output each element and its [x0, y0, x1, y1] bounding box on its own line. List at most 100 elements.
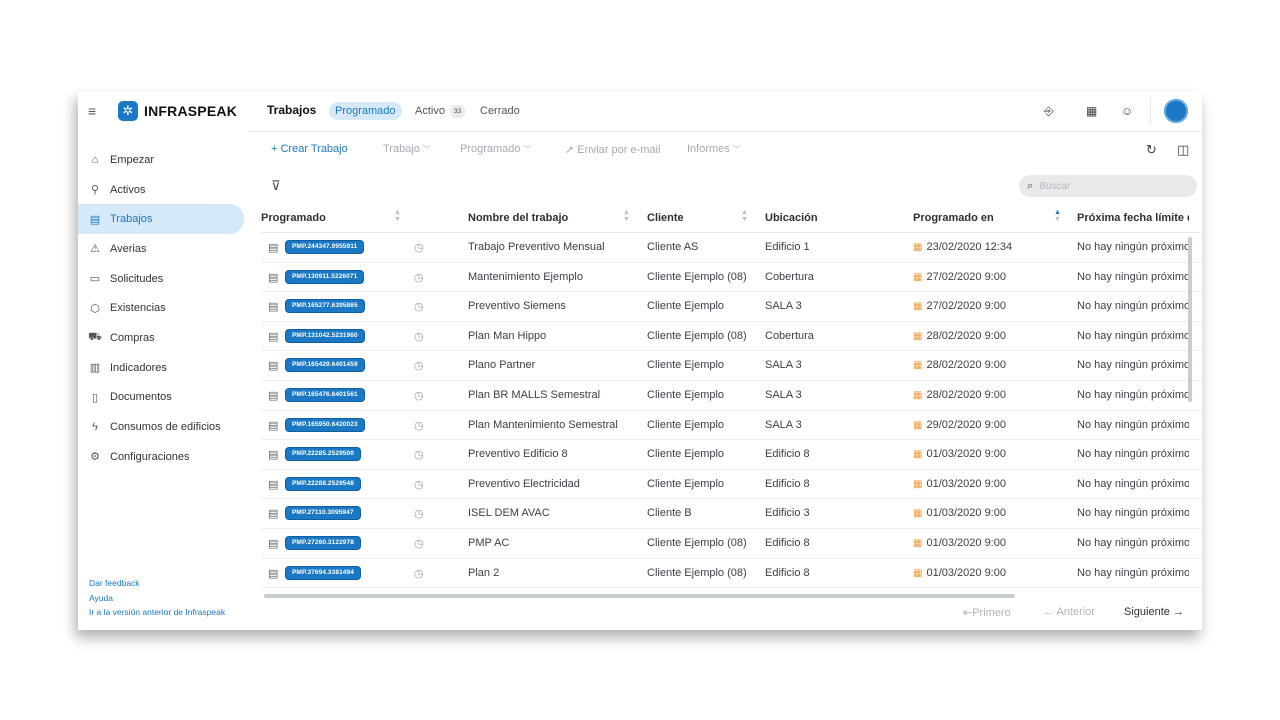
sidebar-item-label: Existencias: [110, 302, 166, 315]
sidebar-item-configuraciones[interactable]: ⚙ Configuraciones: [78, 442, 248, 472]
job-name-cell: Mantenimiento Ejemplo: [468, 270, 583, 283]
location-cell: Edificio 8: [765, 566, 810, 579]
job-code-badge[interactable]: PMP.165277.6395865: [286, 300, 364, 313]
calendar-icon[interactable]: ▦: [1086, 104, 1097, 118]
avatar[interactable]: [1164, 99, 1188, 123]
next-deadline-cell: No hay ningún próximo: [1077, 359, 1189, 372]
clock-icon: ◷: [414, 301, 424, 314]
job-code-badge[interactable]: PMP.165429.6401459: [286, 359, 364, 372]
table-row[interactable]: ▤ PMP.244347.9955911 ◷ Trabajo Preventivo M…: [261, 233, 1201, 263]
tab-activo[interactable]: Activo 33: [415, 102, 466, 120]
sidebar-item-averias[interactable]: ⚠ Averias: [78, 234, 248, 264]
sort-ascending-icon[interactable]: ▲ ▼: [1054, 209, 1061, 223]
column-header-next-deadline[interactable]: Próxima fecha límite de: [1077, 212, 1189, 224]
table-row[interactable]: ▤ PMP.27260.3122978 ◷ PMP AC Cliente Ejemplo…: [261, 529, 1201, 559]
client-cell: Cliente Ejemplo (08): [647, 270, 747, 283]
next-deadline-cell: No hay ningún próximo: [1077, 329, 1189, 342]
vertical-scrollbar[interactable]: [1188, 237, 1192, 402]
document-icon: ▤: [268, 301, 279, 314]
hamburger-menu-icon[interactable]: ≡: [88, 104, 102, 118]
smiley-icon[interactable]: ☺: [1121, 104, 1133, 118]
scheduled-dropdown[interactable]: Programado ﹀: [460, 143, 532, 155]
table-row[interactable]: ▤ PMP.165476.6401561 ◷ Plan BR MALLS Semest…: [261, 381, 1201, 411]
horizontal-scrollbar[interactable]: [264, 594, 1015, 598]
refresh-icon[interactable]: ↻: [1146, 142, 1157, 158]
feedback-link[interactable]: Dar feedback: [89, 576, 225, 591]
sidebar-item-label: Averias: [110, 242, 147, 255]
column-header-name[interactable]: Nombre del trabajo: [468, 212, 568, 224]
job-code-badge[interactable]: PMP.22285.2529500: [286, 448, 360, 461]
sidebar-item-solicitudes[interactable]: ▭ Solicitudes: [78, 264, 248, 294]
job-code-badge[interactable]: PMP.27260.3122978: [286, 536, 360, 549]
client-cell: Cliente AS: [647, 241, 699, 253]
previous-version-link[interactable]: Ir a la versión anterior de Infraspeak: [89, 605, 225, 620]
tab-programado[interactable]: Programado: [329, 102, 402, 120]
next-deadline-cell: No hay ningún próximo: [1077, 241, 1189, 253]
sidebar-item-label: Compras: [110, 331, 155, 344]
reports-dropdown[interactable]: Informes ﹀: [687, 143, 741, 155]
job-code-badge[interactable]: PMP.165950.6420023: [286, 418, 364, 431]
table-row[interactable]: ▤ PMP.165277.6395865 ◷ Preventivo Siemens Cl…: [261, 292, 1201, 322]
table-row[interactable]: ▤ PMP.165429.6401459 ◷ Plano Partner Cliente…: [261, 351, 1201, 381]
document-icon: ▤: [268, 508, 279, 521]
clock-icon: ◷: [414, 419, 424, 432]
column-header-programado[interactable]: Programado: [261, 212, 326, 224]
support-icon[interactable]: ⎆: [1044, 104, 1054, 119]
scheduled-date-text: 01/03/2020 9:00: [926, 536, 1006, 549]
search-input[interactable]: [1039, 180, 1180, 192]
job-name-cell: Plan Man Hippo: [468, 329, 547, 342]
jobs-table: Programado ▲ ▼ Nombre del trabajo ▲ ▼ Clie…: [261, 203, 1201, 589]
table-row[interactable]: ▤ PMP.130911.5226071 ◷ Mantenimiento Ejempl…: [261, 263, 1201, 293]
create-job-button[interactable]: + Crear Trabajo: [271, 143, 348, 155]
job-code-badge[interactable]: PMP.244347.9955911: [286, 241, 364, 253]
sidebar-item-compras[interactable]: ⛟ Compras: [78, 323, 248, 353]
sort-icon[interactable]: ▲ ▼: [394, 209, 401, 223]
columns-icon[interactable]: ◫: [1177, 142, 1189, 158]
calendar-icon: ▦: [913, 389, 923, 401]
help-link[interactable]: Ayuda: [89, 591, 225, 606]
toolbar: + Crear Trabajo Trabajo ﹀ Programado ﹀ ➚ E…: [248, 132, 1202, 168]
clock-icon: ◷: [414, 449, 424, 462]
sort-icon[interactable]: ▲ ▼: [741, 209, 748, 223]
search-icon: ⌕: [1027, 179, 1034, 192]
column-header-location[interactable]: Ubicación: [765, 212, 818, 224]
table-header: Programado ▲ ▼ Nombre del trabajo ▲ ▼ Clie…: [261, 203, 1201, 233]
job-code-badge[interactable]: PMP.37694.3381494: [286, 566, 360, 579]
table-row[interactable]: ▤ PMP.131042.5231960 ◷ Plan Man Hippo Client…: [261, 322, 1201, 352]
job-code-badge[interactable]: PMP.131042.5231960: [286, 329, 364, 342]
sort-icon[interactable]: ▲ ▼: [623, 209, 630, 223]
table-row[interactable]: ▤ PMP.165950.6420023 ◷ Plan Mantenimiento S…: [261, 411, 1201, 441]
table-row[interactable]: ▤ PMP.27110.3095947 ◷ ISEL DEM AVAC Cliente …: [261, 499, 1201, 529]
sidebar-item-indicadores[interactable]: ▥ Indicadores: [78, 353, 248, 383]
column-header-client[interactable]: Cliente: [647, 212, 684, 224]
sidebar-item-trabajos[interactable]: ▤ Trabajos: [78, 204, 244, 235]
send-email-button[interactable]: ➚ Enviar por e-mail: [565, 143, 660, 156]
infraspeak-logo-icon: ✲: [118, 101, 138, 121]
first-page-button[interactable]: ⇤Primero: [963, 606, 1011, 619]
clipboard-icon: ▤: [89, 213, 101, 226]
filter-icon[interactable]: ⊽: [271, 178, 281, 194]
sidebar-footer: Dar feedback Ayuda Ir a la versión anter…: [89, 576, 225, 620]
sidebar-item-empezar[interactable]: ⌂ Empezar: [78, 145, 248, 175]
previous-page-button[interactable]: ← Anterior: [1043, 606, 1095, 618]
sidebar-item-consumos-de-edificios[interactable]: ϟ Consumos de edificios: [78, 412, 248, 442]
table-row[interactable]: ▤ PMP.37694.3381494 ◷ Plan 2 Cliente Ejemplo…: [261, 559, 1201, 589]
tab-cerrado[interactable]: Cerrado: [480, 102, 520, 120]
sidebar-item-activos[interactable]: ⚲ Activos: [78, 175, 248, 205]
logo[interactable]: ✲ INFRASPEAK: [118, 101, 237, 121]
sidebar-item-existencias[interactable]: ⬡ Existencias: [78, 293, 248, 323]
sidebar-item-documentos[interactable]: ▯ Documentos: [78, 383, 248, 413]
job-code-badge[interactable]: PMP.130911.5226071: [286, 270, 364, 283]
table-row[interactable]: ▤ PMP.22285.2529500 ◷ Preventivo Edificio 8…: [261, 440, 1201, 470]
sidebar-item-label: Configuraciones: [110, 450, 190, 463]
next-page-button[interactable]: Siguiente →: [1124, 606, 1184, 618]
table-row[interactable]: ▤ PMP.22288.2529548 ◷ Preventivo Electricid…: [261, 470, 1201, 500]
location-cell: Cobertura: [765, 270, 814, 283]
job-dropdown[interactable]: Trabajo ﹀: [383, 143, 431, 155]
chevron-down-icon: ﹀: [732, 145, 741, 154]
search-box[interactable]: ⌕: [1019, 175, 1197, 197]
job-code-badge[interactable]: PMP.27110.3095947: [286, 507, 360, 520]
column-header-scheduled-at[interactable]: Programado en: [913, 212, 994, 224]
job-code-badge[interactable]: PMP.165476.6401561: [286, 388, 364, 401]
job-code-badge[interactable]: PMP.22288.2529548: [286, 477, 360, 490]
